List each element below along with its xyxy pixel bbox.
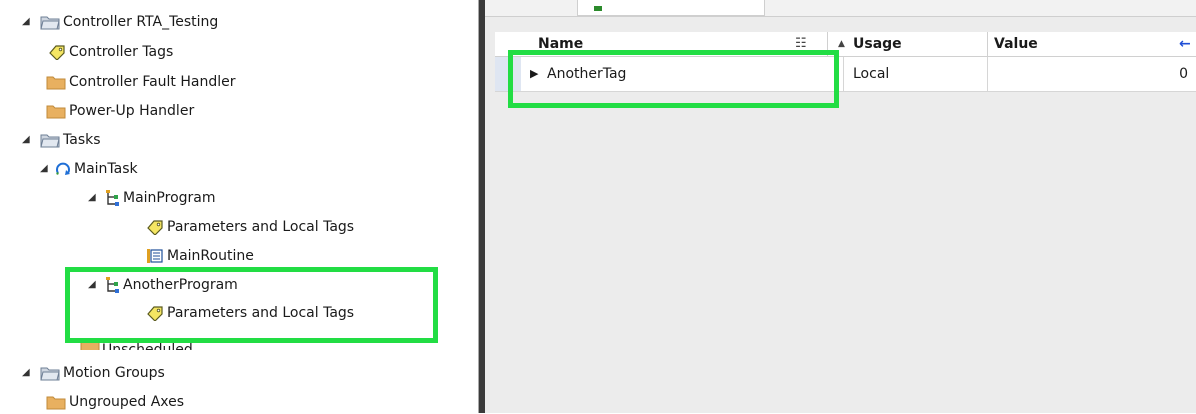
tree-item-controller-tags[interactable]: Controller Tags — [0, 40, 470, 64]
highlight-box-tree — [65, 267, 438, 343]
expand-arrow-icon[interactable]: ◢ — [22, 361, 30, 385]
tree-item-label: Ungrouped Axes — [69, 394, 185, 410]
column-separator[interactable] — [987, 32, 988, 56]
cell-separator — [987, 57, 988, 91]
tree-item-label: MainProgram — [123, 190, 216, 206]
value-cell[interactable]: 0 — [995, 57, 1188, 91]
tree-item-controller[interactable]: ◢ Controller RTA_Testing — [0, 10, 470, 34]
tree-item-label: Controller Fault Handler — [69, 74, 236, 90]
tree-item-label: Controller RTA_Testing — [63, 14, 219, 30]
tree-item-power-up-handler[interactable]: Power-Up Handler — [0, 99, 470, 123]
tab-icon — [594, 6, 602, 11]
tree-item-label: Power-Up Handler — [69, 103, 195, 119]
tree-item-ungrouped-axes[interactable]: Ungrouped Axes — [0, 390, 470, 414]
tag-icon — [147, 220, 163, 235]
tree-item-label: MainTask — [74, 161, 138, 177]
controller-organizer-tree: ◢ Controller RTA_Testing Controller Tags… — [0, 0, 479, 413]
document-tab[interactable] — [577, 0, 765, 16]
tree-item-label: Controller Tags — [69, 44, 174, 60]
tree-item-tasks[interactable]: ◢ Tasks — [0, 128, 470, 152]
arrow-left-icon[interactable]: ← — [1179, 32, 1191, 56]
highlight-box-grid — [508, 50, 839, 108]
tree-item-mainprogram-parameters[interactable]: Parameters and Local Tags — [0, 215, 470, 239]
tree-item-motion-groups[interactable]: ◢ Motion Groups — [0, 361, 470, 385]
cell-separator — [843, 57, 844, 91]
expand-arrow-icon[interactable]: ◢ — [22, 10, 30, 34]
usage-cell[interactable]: Local — [853, 57, 889, 91]
document-tab-strip — [485, 0, 1196, 17]
expand-arrow-icon[interactable]: ◢ — [40, 157, 48, 181]
tree-item-maintask[interactable]: ◢ MainTask — [0, 157, 470, 181]
program-icon — [106, 190, 119, 206]
tag-editor-pane: Name ☷ ▲ Usage Value ← ▶ AnotherTag Loca… — [485, 0, 1196, 413]
folder-icon — [46, 76, 66, 90]
expand-arrow-icon[interactable]: ◢ — [88, 186, 96, 210]
tree-item-label: Motion Groups — [63, 365, 165, 381]
column-header-usage[interactable]: Usage — [853, 32, 902, 56]
folder-open-icon — [40, 16, 60, 30]
folder-icon — [46, 396, 66, 410]
expand-arrow-icon[interactable]: ◢ — [22, 128, 30, 152]
tag-icon — [49, 45, 65, 60]
sort-ascending-icon: ▲ — [838, 39, 845, 49]
column-header-value[interactable]: Value — [994, 32, 1038, 56]
folder-open-icon — [40, 134, 60, 148]
folder-icon — [46, 105, 66, 119]
tree-item-label: MainRoutine — [167, 248, 254, 264]
tree-item-label: Parameters and Local Tags — [167, 219, 355, 235]
routine-icon — [147, 249, 163, 263]
tree-item-controller-fault-handler[interactable]: Controller Fault Handler — [0, 70, 470, 94]
tree-item-label: Tasks — [63, 132, 101, 148]
task-cycle-icon — [56, 162, 70, 175]
folder-open-icon — [40, 367, 60, 381]
tree-item-mainroutine[interactable]: MainRoutine — [0, 244, 470, 268]
tree-item-mainprogram[interactable]: ◢ MainProgram — [0, 186, 470, 210]
